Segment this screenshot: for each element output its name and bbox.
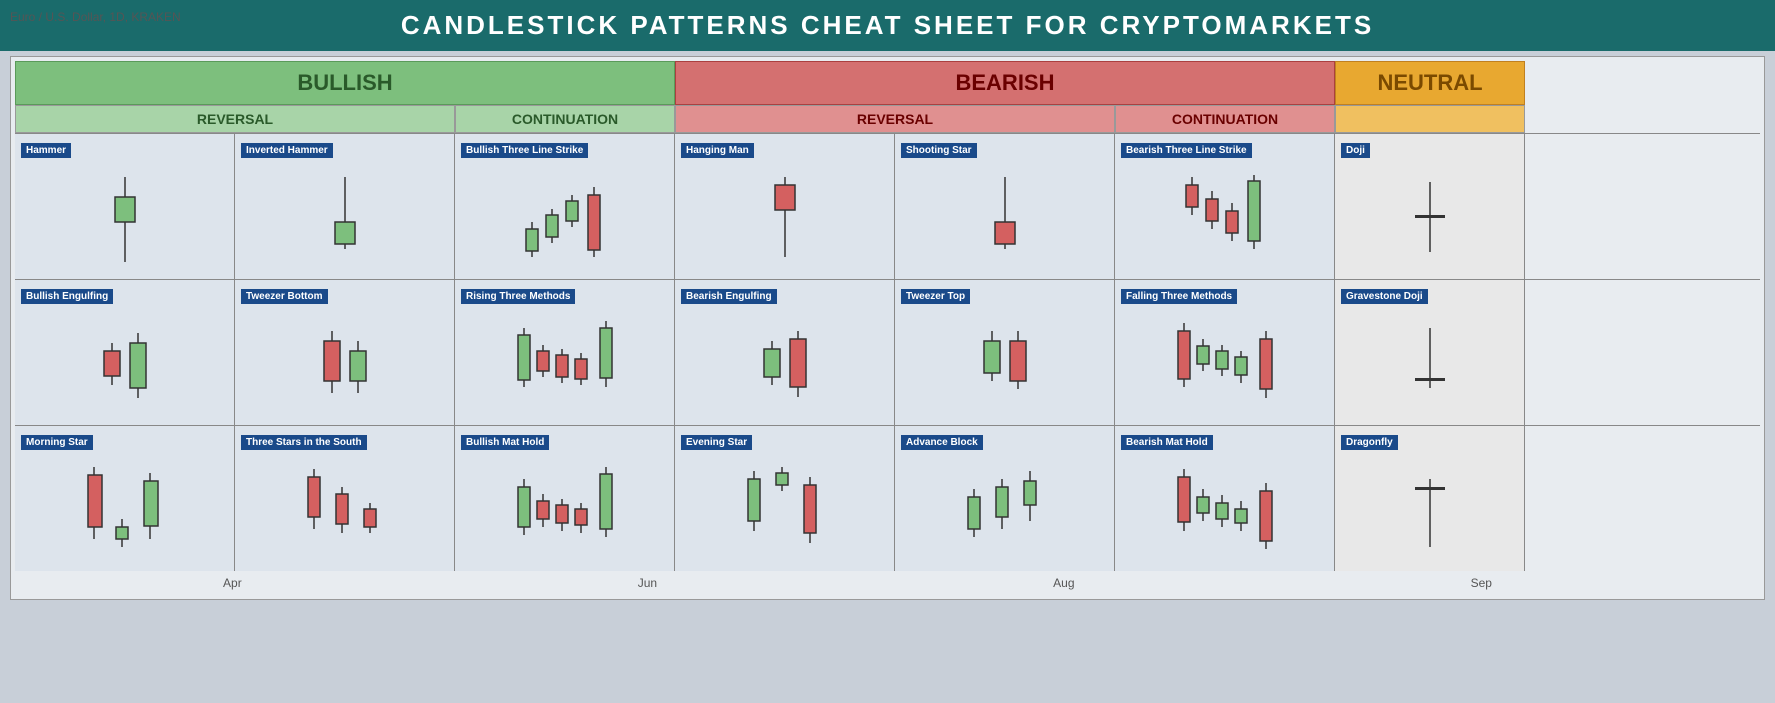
pattern-row-2: Bullish Engulfing Tweezer Bottom	[15, 279, 1760, 425]
hanging-man-label: Hanging Man	[681, 143, 754, 158]
bullish-mat-hold-candle	[461, 454, 668, 564]
tweezer-bottom-label: Tweezer Bottom	[241, 289, 328, 304]
hammer-label: Hammer	[21, 143, 71, 158]
gravestone-doji-candle	[1341, 308, 1518, 418]
pattern-row-3: Morning Star	[15, 425, 1760, 571]
tweezer-top-cell: Tweezer Top	[895, 280, 1115, 425]
bearish-reversal-header: REVERSAL	[675, 105, 1115, 133]
bullish-engulfing-cell: Bullish Engulfing	[15, 280, 235, 425]
neutral-sub-header	[1335, 105, 1525, 133]
neutral-header: NEUTRAL	[1335, 61, 1525, 105]
advance-block-label: Advance Block	[901, 435, 983, 450]
bearish-continuation-header: CONTINUATION	[1115, 105, 1335, 133]
morning-star-cell: Morning Star	[15, 426, 235, 571]
bullish-continuation-header: CONTINUATION	[455, 105, 675, 133]
dragonfly-candle	[1341, 454, 1518, 564]
bearish-mat-hold-cell: Bearish Mat Hold	[1115, 426, 1335, 571]
advance-block-candle	[901, 454, 1108, 564]
gravestone-doji-cell: Gravestone Doji	[1335, 280, 1525, 425]
doji-cell: Doji	[1335, 134, 1525, 279]
evening-star-candle	[681, 454, 888, 564]
tweezer-bottom-candle	[241, 308, 448, 418]
bearish-engulfing-cell: Bearish Engulfing	[675, 280, 895, 425]
main-title: CANDLESTICK PATTERNS CHEAT SHEET FOR CRY…	[401, 10, 1374, 40]
hanging-man-candle	[681, 162, 888, 272]
tweezer-bottom-cell: Tweezer Bottom	[235, 280, 455, 425]
doji-label: Doji	[1341, 143, 1370, 158]
rising-three-methods-cell: Rising Three Methods	[455, 280, 675, 425]
main-header-row: BULLISH BEARISH NEUTRAL	[15, 61, 1760, 105]
rising-three-methods-candle	[461, 308, 668, 418]
bullish-mat-hold-cell: Bullish Mat Hold	[455, 426, 675, 571]
inverted-hammer-label: Inverted Hammer	[241, 143, 333, 158]
bearish-mat-hold-label: Bearish Mat Hold	[1121, 435, 1213, 450]
bullish-header: BULLISH	[15, 61, 675, 105]
evening-star-label: Evening Star	[681, 435, 752, 450]
morning-star-label: Morning Star	[21, 435, 93, 450]
inverted-hammer-candle	[241, 162, 448, 272]
falling-three-methods-label: Falling Three Methods	[1121, 289, 1237, 304]
three-stars-south-label: Three Stars in the South	[241, 435, 367, 450]
bearish-three-line-strike-candle	[1121, 162, 1328, 272]
date-label-apr: Apr	[223, 576, 242, 590]
morning-star-candle	[21, 454, 228, 564]
bullish-reversal-header: REVERSAL	[15, 105, 455, 133]
gravestone-doji-label: Gravestone Doji	[1341, 289, 1428, 304]
tweezer-top-candle	[901, 308, 1108, 418]
pattern-row-1: Hammer Inverted Hammer	[15, 133, 1760, 279]
inverted-hammer-cell: Inverted Hammer	[235, 134, 455, 279]
bearish-header: BEARISH	[675, 61, 1335, 105]
tweezer-top-label: Tweezer Top	[901, 289, 970, 304]
bearish-three-line-strike-label: Bearish Three Line Strike	[1121, 143, 1252, 158]
patterns-grid: Hammer Inverted Hammer	[15, 133, 1760, 571]
falling-three-methods-cell: Falling Three Methods	[1115, 280, 1335, 425]
date-label-jun: Jun	[638, 576, 657, 590]
bearish-three-line-strike-cell: Bearish Three Line Strike	[1115, 134, 1335, 279]
dragonfly-label: Dragonfly	[1341, 435, 1398, 450]
date-label-sep: Sep	[1471, 576, 1492, 590]
date-label-aug: Aug	[1053, 576, 1074, 590]
shooting-star-candle	[901, 162, 1108, 272]
dragonfly-cell: Dragonfly	[1335, 426, 1525, 571]
three-stars-south-cell: Three Stars in the South	[235, 426, 455, 571]
hammer-candle	[21, 162, 228, 272]
sub-header-row: REVERSAL CONTINUATION REVERSAL CONTINUAT…	[15, 105, 1760, 133]
evening-star-cell: Evening Star	[675, 426, 895, 571]
bullish-engulfing-label: Bullish Engulfing	[21, 289, 113, 304]
doji-candle	[1341, 162, 1518, 272]
chart-container: BULLISH BEARISH NEUTRAL REVERSAL CONTINU…	[10, 56, 1765, 600]
hanging-man-cell: Hanging Man	[675, 134, 895, 279]
bearish-engulfing-label: Bearish Engulfing	[681, 289, 777, 304]
bullish-three-line-strike-candle	[461, 162, 668, 272]
three-stars-south-candle	[241, 454, 448, 564]
advance-block-cell: Advance Block	[895, 426, 1115, 571]
falling-three-methods-candle	[1121, 308, 1328, 418]
shooting-star-cell: Shooting Star	[895, 134, 1115, 279]
bearish-mat-hold-candle	[1121, 454, 1328, 564]
bullish-engulfing-candle	[21, 308, 228, 418]
bullish-three-line-strike-cell: Bullish Three Line Strike	[455, 134, 675, 279]
watermark: Euro / U.S. Dollar, 1D, KRAKEN	[10, 10, 181, 24]
hammer-cell: Hammer	[15, 134, 235, 279]
bottom-labels: Apr Jun Aug Sep	[15, 571, 1760, 595]
bearish-engulfing-candle	[681, 308, 888, 418]
rising-three-methods-label: Rising Three Methods	[461, 289, 575, 304]
shooting-star-label: Shooting Star	[901, 143, 977, 158]
title-bar: CANDLESTICK PATTERNS CHEAT SHEET FOR CRY…	[0, 0, 1775, 51]
bullish-three-line-strike-label: Bullish Three Line Strike	[461, 143, 588, 158]
bullish-mat-hold-label: Bullish Mat Hold	[461, 435, 549, 450]
